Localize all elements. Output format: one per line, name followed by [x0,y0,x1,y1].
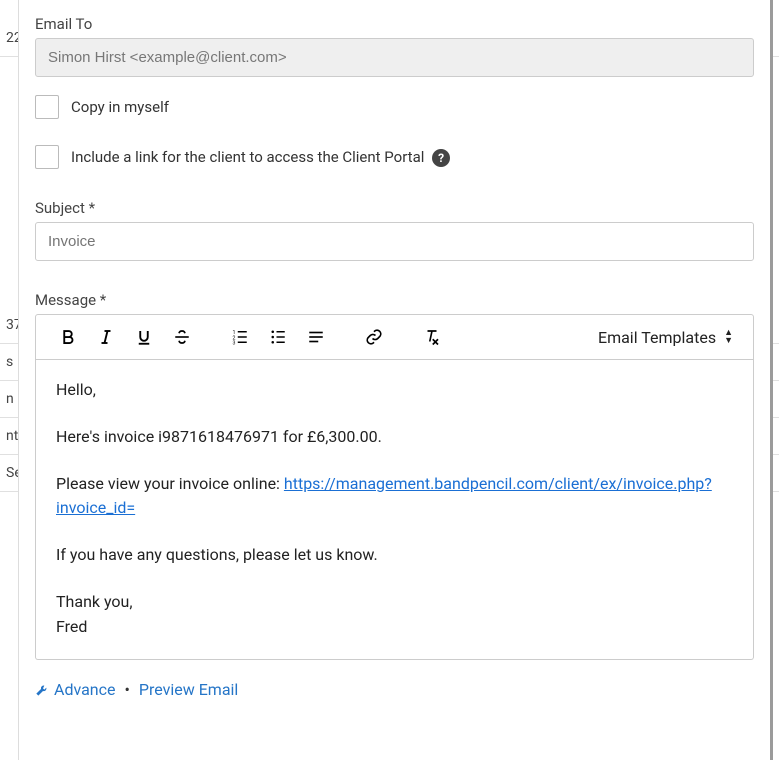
editor-toolbar: 123 Email Templates ▲▼ [35,314,754,360]
advance-link[interactable]: Advance [54,680,116,699]
subject-label: Subject * [35,199,754,217]
sort-icon: ▲▼ [724,330,733,345]
preview-email-link[interactable]: Preview Email [139,680,238,699]
email-templates-dropdown[interactable]: Email Templates ▲▼ [588,328,743,347]
underline-button[interactable] [132,325,156,349]
client-portal-label: Include a link for the client to access … [71,148,450,167]
editor-view-line: Please view your invoice online: https:/… [56,472,733,522]
copy-myself-label: Copy in myself [71,98,169,116]
editor-invoice-line: Here's invoice i9871618476971 for £6,300… [56,425,733,450]
copy-myself-checkbox[interactable] [35,95,59,119]
editor-signoff: Thank you, Fred [56,590,733,640]
strikethrough-button[interactable] [170,325,194,349]
message-label: Message * [35,291,754,309]
message-editor[interactable]: Hello, Here's invoice i9871618476971 for… [35,360,754,660]
link-button[interactable] [362,325,386,349]
clear-format-button[interactable] [420,325,444,349]
ordered-list-button[interactable]: 123 [228,325,252,349]
editor-greeting: Hello, [56,378,733,403]
italic-button[interactable] [94,325,118,349]
editor-questions: If you have any questions, please let us… [56,543,733,568]
email-to-label: Email To [35,15,754,33]
email-to-input[interactable] [35,38,754,77]
help-icon[interactable]: ? [432,149,450,167]
footer-separator: • [121,680,134,699]
unordered-list-button[interactable] [266,325,290,349]
client-portal-checkbox[interactable] [35,145,59,169]
bold-button[interactable] [56,325,80,349]
footer-actions: Advance • Preview Email [35,680,754,701]
templates-label: Email Templates [598,328,716,347]
subject-input[interactable] [35,222,754,261]
svg-text:3: 3 [233,341,236,347]
email-modal: Email To Copy in myself Include a link f… [18,0,773,760]
paragraph-format-button[interactable] [304,325,328,349]
wrench-icon [35,681,51,701]
